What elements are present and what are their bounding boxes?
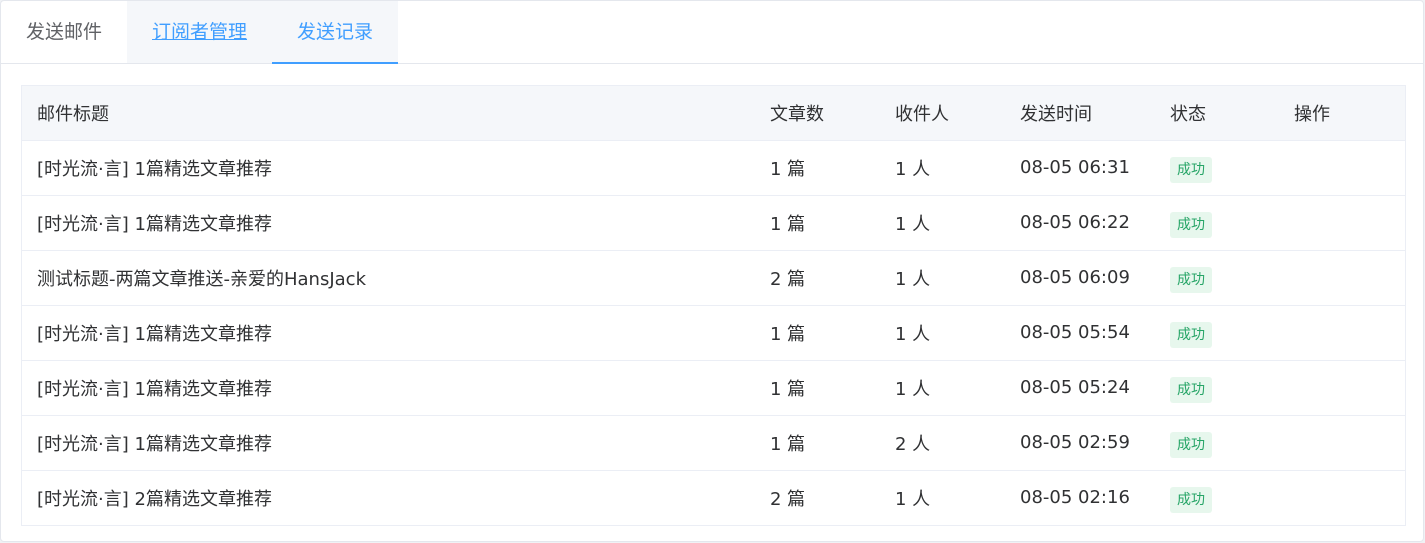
column-header-title: 邮件标题 bbox=[22, 86, 755, 141]
tab-bar: 发送邮件 订阅者管理 发送记录 bbox=[1, 1, 1423, 64]
cell-status: 成功 bbox=[1155, 140, 1279, 196]
cell-recipients: 1 人 bbox=[880, 305, 1005, 361]
cell-actions bbox=[1279, 415, 1405, 471]
cell-sent-time: 08-05 02:16 bbox=[1020, 487, 1130, 509]
cell-recipients: 2 人 bbox=[880, 415, 1005, 471]
send-records-card: 发送邮件 订阅者管理 发送记录 邮件标题 文章数 收件人 发送时间 状态 操作 … bbox=[0, 0, 1424, 542]
cell-recipients: 1 人 bbox=[880, 360, 1005, 416]
cell-actions bbox=[1279, 250, 1405, 306]
cell-articles: 1 篇 bbox=[755, 360, 880, 416]
status-badge: 成功 bbox=[1170, 266, 1212, 293]
status-badge: 成功 bbox=[1170, 431, 1212, 458]
cell-sent-time: 08-05 05:24 bbox=[1005, 360, 1155, 416]
cell-sent-time: 08-05 02:59 bbox=[1005, 415, 1155, 471]
records-table-container: 邮件标题 文章数 收件人 发送时间 状态 操作 [时光流·言] 1篇精选文章推荐… bbox=[21, 85, 1406, 526]
cell-articles: 1 篇 bbox=[755, 415, 880, 471]
cell-actions bbox=[1279, 470, 1405, 525]
cell-articles: 2 篇 bbox=[755, 250, 880, 306]
cell-status: 成功 bbox=[1155, 415, 1279, 471]
table-row[interactable]: 测试标题-两篇文章推送-亲爱的HansJack 2 篇 1 人 08-05 06… bbox=[22, 250, 1405, 306]
cell-actions bbox=[1279, 140, 1405, 196]
cell-articles: 2 篇 bbox=[770, 488, 806, 510]
cell-title: 测试标题-两篇文章推送-亲爱的HansJack bbox=[22, 250, 755, 306]
cell-sent-time: 08-05 06:09 bbox=[1005, 250, 1155, 306]
column-header-status: 状态 bbox=[1155, 86, 1279, 141]
cell-recipients: 1 人 bbox=[880, 195, 1005, 251]
cell-sent-time: 08-05 05:54 bbox=[1005, 305, 1155, 361]
status-badge: 成功 bbox=[1170, 376, 1212, 403]
cell-sent-time: 08-05 06:22 bbox=[1005, 195, 1155, 251]
cell-status: 成功 bbox=[1155, 360, 1279, 416]
column-header-sent-time: 发送时间 bbox=[1005, 86, 1155, 141]
table-header-row: 邮件标题 文章数 收件人 发送时间 状态 操作 bbox=[22, 86, 1405, 141]
status-badge: 成功 bbox=[1170, 486, 1212, 513]
status-badge: 成功 bbox=[1170, 156, 1212, 183]
cell-title: [时光流·言] 2篇精选文章推荐 bbox=[37, 488, 272, 510]
tab-send-email[interactable]: 发送邮件 bbox=[1, 1, 127, 63]
cell-title: [时光流·言] 1篇精选文章推荐 bbox=[22, 305, 755, 361]
column-header-articles: 文章数 bbox=[755, 86, 880, 141]
cell-articles: 1 篇 bbox=[755, 140, 880, 196]
cell-recipients: 1 人 bbox=[895, 488, 931, 510]
cell-actions bbox=[1279, 195, 1405, 251]
cell-status: 成功 bbox=[1155, 305, 1279, 361]
status-badge: 成功 bbox=[1170, 211, 1212, 238]
table-row[interactable]: [时光流·言] 1篇精选文章推荐 1 篇 1 人 08-05 05:24 成功 bbox=[22, 360, 1405, 416]
cell-sent-time: 08-05 06:31 bbox=[1005, 140, 1155, 196]
tab-send-records[interactable]: 发送记录 bbox=[272, 1, 399, 64]
records-table: 邮件标题 文章数 收件人 发送时间 状态 操作 [时光流·言] 1篇精选文章推荐… bbox=[22, 86, 1405, 525]
status-badge: 成功 bbox=[1170, 321, 1212, 348]
cell-status: 成功 bbox=[1155, 195, 1279, 251]
cell-articles: 1 篇 bbox=[755, 305, 880, 361]
cell-title: [时光流·言] 1篇精选文章推荐 bbox=[22, 360, 755, 416]
cell-actions bbox=[1279, 305, 1405, 361]
cell-articles: 1 篇 bbox=[755, 195, 880, 251]
cell-title: [时光流·言] 1篇精选文章推荐 bbox=[22, 415, 755, 471]
cell-recipients: 1 人 bbox=[880, 250, 1005, 306]
cell-actions bbox=[1279, 360, 1405, 416]
cell-status: 成功 bbox=[1155, 250, 1279, 306]
table-row[interactable]: [时光流·言] 1篇精选文章推荐 1 篇 1 人 08-05 06:22 成功 bbox=[22, 195, 1405, 251]
column-header-actions: 操作 bbox=[1279, 86, 1405, 141]
table-row[interactable]: [时光流·言] 2篇精选文章推荐 2 篇 1 人 08-05 02:16 成功 bbox=[22, 470, 1405, 525]
table-row[interactable]: [时光流·言] 1篇精选文章推荐 1 篇 2 人 08-05 02:59 成功 bbox=[22, 415, 1405, 471]
cell-title: [时光流·言] 1篇精选文章推荐 bbox=[22, 195, 755, 251]
tab-subscriber-management[interactable]: 订阅者管理 bbox=[127, 1, 273, 63]
cell-status: 成功 bbox=[1155, 470, 1279, 525]
column-header-recipients: 收件人 bbox=[880, 86, 1005, 141]
cell-title: [时光流·言] 1篇精选文章推荐 bbox=[22, 140, 755, 196]
table-row[interactable]: [时光流·言] 1篇精选文章推荐 1 篇 1 人 08-05 05:54 成功 bbox=[22, 305, 1405, 361]
cell-recipients: 1 人 bbox=[880, 140, 1005, 196]
table-row[interactable]: [时光流·言] 1篇精选文章推荐 1 篇 1 人 08-05 06:31 成功 bbox=[22, 140, 1405, 196]
